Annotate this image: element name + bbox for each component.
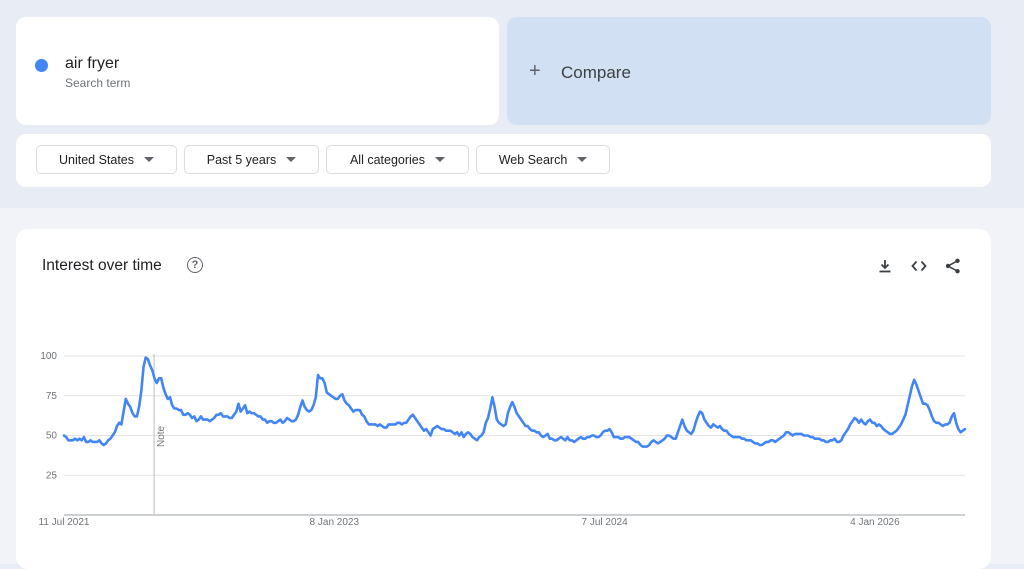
- compare-button[interactable]: + Compare: [507, 17, 991, 125]
- note-label: Note: [156, 425, 167, 447]
- series-line-air-fryer: [62, 356, 967, 448]
- y-tick-label: 75: [46, 391, 58, 402]
- dropdown-caret-icon: [286, 157, 297, 162]
- filter-category-label: All categories: [349, 152, 426, 167]
- filter-search-type-dropdown[interactable]: Web Search: [476, 145, 610, 174]
- filter-bar: United States Past 5 years All categorie…: [16, 134, 991, 187]
- x-tick-label: 7 Jul 2024: [582, 517, 629, 528]
- search-term-subtitle: Search term: [65, 76, 131, 90]
- x-tick-label: 11 Jul 2021: [39, 517, 90, 528]
- series-color-dot: [35, 59, 48, 72]
- filter-time-range-dropdown[interactable]: Past 5 years: [184, 145, 319, 174]
- plus-icon: +: [529, 60, 541, 82]
- dropdown-caret-icon: [577, 157, 588, 162]
- y-tick-label: 25: [46, 470, 58, 481]
- filter-category-dropdown[interactable]: All categories: [326, 145, 469, 174]
- x-tick-label: 8 Jan 2023: [310, 517, 360, 528]
- filter-region-dropdown[interactable]: United States: [36, 145, 177, 174]
- x-tick-label: 4 Jan 2026: [850, 517, 900, 528]
- y-tick-label: 50: [46, 431, 58, 442]
- interest-over-time-card: Interest over time ? 100 75 50 25 11 Jul 202…: [16, 229, 991, 569]
- search-term-name[interactable]: air fryer: [65, 55, 119, 73]
- filter-time-range-label: Past 5 years: [206, 152, 277, 167]
- compare-label: Compare: [561, 63, 631, 82]
- filter-search-type-label: Web Search: [498, 152, 568, 167]
- filter-region-label: United States: [58, 152, 135, 167]
- interest-chart: 100 75 50 25 11 Jul 2021 8 Jan 2023 7 Jul 2024…: [39, 351, 967, 528]
- dropdown-caret-icon: [144, 157, 155, 162]
- search-term-card[interactable]: air fryer Search term: [16, 17, 499, 125]
- y-tick-label: 100: [40, 351, 57, 362]
- dropdown-caret-icon: [435, 157, 446, 162]
